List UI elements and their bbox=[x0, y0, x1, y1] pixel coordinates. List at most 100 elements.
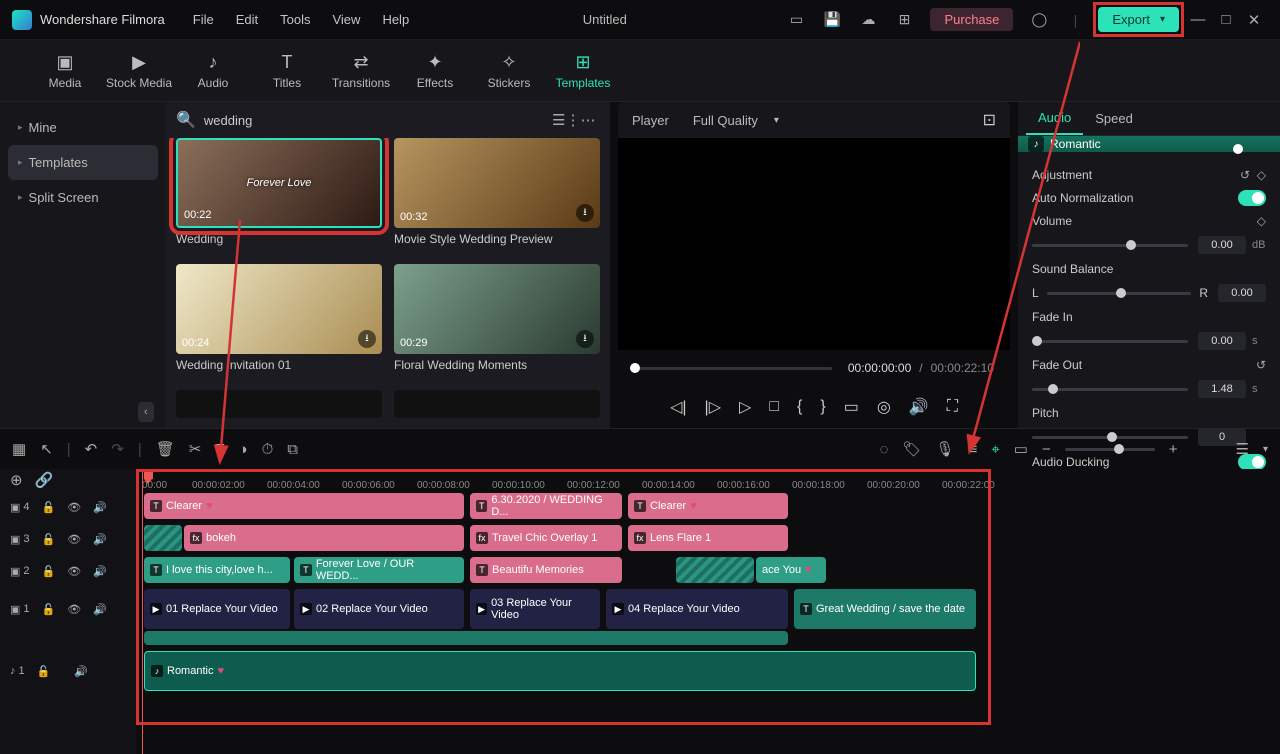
scrub-bar[interactable] bbox=[630, 367, 832, 370]
clip-great-wedding[interactable]: TGreat Wedding / save the date bbox=[794, 589, 976, 629]
lock-icon[interactable]: 🔓 bbox=[42, 565, 56, 578]
layout-icon[interactable]: ▦ bbox=[12, 440, 26, 458]
track-header-t3[interactable]: ▣3🔓👁🔊 bbox=[0, 523, 136, 555]
volume-value[interactable]: 0.00 bbox=[1198, 236, 1246, 254]
menu-tools[interactable]: Tools bbox=[280, 12, 310, 27]
template-card-wedding[interactable]: Forever Love00:22 Wedding bbox=[176, 138, 382, 256]
mute-icon[interactable]: 🔊 bbox=[93, 565, 107, 578]
fade-in-value[interactable]: 0.00 bbox=[1198, 332, 1246, 350]
account-icon[interactable]: ◯ bbox=[1028, 9, 1050, 31]
lock-icon[interactable]: 🔓 bbox=[42, 603, 56, 616]
auto-normalization-toggle[interactable] bbox=[1238, 190, 1266, 206]
clip-replace-1[interactable]: ▶01 Replace Your Video bbox=[144, 589, 290, 629]
fade-in-slider[interactable] bbox=[1032, 340, 1188, 343]
split-icon[interactable]: ✂ bbox=[189, 440, 202, 458]
track-header-t4[interactable]: ▣4🔓👁🔊 bbox=[0, 491, 136, 523]
mic-icon[interactable]: 🎙 bbox=[936, 440, 955, 458]
track-header-t1[interactable]: ▣1🔓👁🔊 bbox=[0, 587, 136, 631]
render-icon[interactable]: ◌ bbox=[880, 441, 889, 458]
sidebar-item-templates[interactable]: ▸Templates bbox=[8, 145, 158, 180]
lock-icon[interactable]: 🔓 bbox=[42, 501, 56, 514]
template-card-floral[interactable]: 00:29⭳ Floral Wedding Moments bbox=[394, 264, 600, 382]
reset-icon[interactable]: ↺ bbox=[1256, 358, 1266, 372]
volume-slider[interactable] bbox=[1032, 244, 1188, 247]
purchase-button[interactable]: Purchase bbox=[930, 8, 1013, 31]
text-icon[interactable]: T bbox=[215, 441, 224, 458]
undo-icon[interactable]: ↶ bbox=[85, 440, 98, 458]
eye-icon[interactable]: 👁 bbox=[67, 533, 81, 546]
clip-ace-you[interactable]: ace You♥ bbox=[756, 557, 826, 583]
reset-icon[interactable]: ↺ bbox=[1240, 168, 1250, 182]
menu-view[interactable]: View bbox=[332, 12, 360, 27]
sidebar-item-split-screen[interactable]: ▸Split Screen bbox=[0, 180, 166, 215]
mark-out-icon[interactable]: } bbox=[820, 398, 825, 416]
fade-out-value[interactable]: 1.48 bbox=[1198, 380, 1246, 398]
lock-icon[interactable]: 🔓 bbox=[42, 533, 56, 546]
ducking-toggle[interactable] bbox=[1238, 454, 1266, 470]
track-header-a1[interactable]: ♪1🔓🔊 bbox=[0, 649, 136, 693]
clip-bokeh[interactable]: fxbokeh bbox=[184, 525, 464, 551]
tab-media[interactable]: ▣Media bbox=[30, 52, 100, 90]
template-card-movie-style[interactable]: 00:32⭳ Movie Style Wedding Preview bbox=[394, 138, 600, 256]
inspector-tab-audio[interactable]: Audio bbox=[1026, 102, 1083, 135]
chevron-down-icon[interactable]: ▾ bbox=[1263, 444, 1268, 455]
time-ruler[interactable]: 00:00 00:00:02:00 00:00:04:00 00:00:06:0… bbox=[136, 469, 1280, 491]
mark-in-icon[interactable]: { bbox=[797, 398, 802, 416]
clip-replace-3[interactable]: ▶03 Replace Your Video bbox=[470, 589, 600, 629]
clip-video-audio[interactable] bbox=[144, 631, 788, 645]
clip-replace-4[interactable]: ▶04 Replace Your Video bbox=[606, 589, 788, 629]
collapse-sidebar-button[interactable]: ‹ bbox=[138, 402, 154, 422]
sidebar-item-mine[interactable]: ▸Mine bbox=[0, 110, 166, 145]
track-header-t2[interactable]: ▣2🔓👁🔊 bbox=[0, 555, 136, 587]
zoom-slider[interactable] bbox=[1065, 448, 1155, 451]
fade-out-slider[interactable] bbox=[1032, 388, 1188, 391]
clip-trans[interactable] bbox=[676, 557, 754, 583]
mute-icon[interactable]: 🔊 bbox=[93, 533, 107, 546]
inspector-tab-speed[interactable]: Speed bbox=[1083, 103, 1145, 134]
tab-transitions[interactable]: ⇄Transitions bbox=[326, 52, 396, 90]
speed-icon[interactable]: ⏱ bbox=[262, 441, 274, 458]
template-card-partial[interactable] bbox=[394, 390, 600, 428]
timeline-tracks[interactable]: 00:00 00:00:02:00 00:00:04:00 00:00:06:0… bbox=[136, 469, 1280, 754]
ratio-icon[interactable]: ▭ bbox=[1014, 440, 1028, 458]
crop-icon[interactable]: ◑ bbox=[239, 441, 248, 458]
display-icon[interactable]: ▭ bbox=[844, 397, 859, 417]
template-card-partial[interactable] bbox=[176, 390, 382, 428]
balance-value[interactable]: 0.00 bbox=[1218, 284, 1266, 302]
close-button[interactable]: ✕ bbox=[1240, 11, 1268, 29]
tab-templates[interactable]: ⊞Templates bbox=[548, 52, 618, 90]
eye-icon[interactable]: 👁 bbox=[67, 565, 81, 578]
prev-frame-icon[interactable]: ◁| bbox=[670, 397, 686, 417]
color-icon[interactable]: ⧉ bbox=[287, 441, 298, 458]
filter-icon[interactable]: ☰⋮ bbox=[552, 111, 576, 129]
clip-wedding-date[interactable]: T6.30.2020 / WEDDING D... bbox=[470, 493, 622, 519]
redo-icon[interactable]: ↷ bbox=[111, 440, 124, 458]
mute-icon[interactable]: 🔊 bbox=[74, 665, 88, 678]
template-card-invitation[interactable]: 00:24⭳ Wedding Invitation 01 bbox=[176, 264, 382, 382]
magnet-icon[interactable]: ⌖ bbox=[991, 441, 999, 458]
balance-slider[interactable] bbox=[1047, 292, 1192, 295]
download-icon[interactable]: ⭳ bbox=[576, 204, 594, 222]
pitch-slider[interactable] bbox=[1032, 436, 1188, 439]
cloud-icon[interactable]: ☁ bbox=[857, 9, 879, 31]
clip-replace-2[interactable]: ▶02 Replace Your Video bbox=[294, 589, 464, 629]
search-input[interactable] bbox=[204, 113, 552, 128]
download-icon[interactable]: ⭳ bbox=[358, 330, 376, 348]
add-track-icon[interactable]: ⊕ bbox=[10, 471, 23, 489]
clip-clearer-2[interactable]: TClearer♥ bbox=[628, 493, 788, 519]
snapshot-icon[interactable]: ◎ bbox=[877, 397, 891, 417]
mute-icon[interactable]: 🔊 bbox=[93, 603, 107, 616]
save-icon[interactable]: 💾 bbox=[821, 9, 843, 31]
clip-romantic-audio[interactable]: ♪Romantic♥ bbox=[144, 651, 976, 691]
clip-lens-flare[interactable]: fxLens Flare 1 bbox=[628, 525, 788, 551]
keyframe-icon[interactable]: ◇ bbox=[1257, 168, 1266, 182]
zoom-out-icon[interactable]: − bbox=[1042, 441, 1051, 458]
cursor-icon[interactable]: ↖ bbox=[40, 440, 53, 458]
timeline-playhead[interactable] bbox=[142, 469, 143, 754]
tab-audio[interactable]: ♪Audio bbox=[178, 52, 248, 90]
download-icon[interactable]: ⭳ bbox=[576, 330, 594, 348]
apps-icon[interactable]: ⊞ bbox=[893, 9, 915, 31]
lock-icon[interactable]: 🔓 bbox=[37, 665, 51, 678]
menu-file[interactable]: File bbox=[193, 12, 214, 27]
eye-icon[interactable]: 👁 bbox=[67, 603, 81, 616]
